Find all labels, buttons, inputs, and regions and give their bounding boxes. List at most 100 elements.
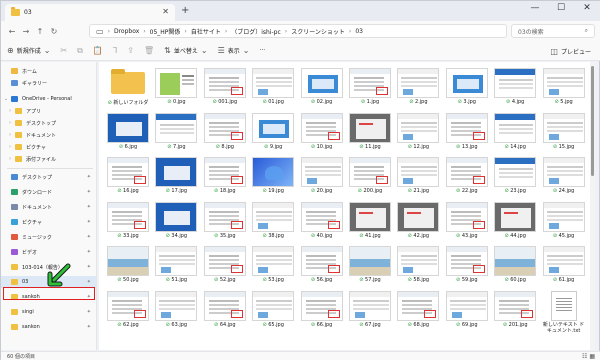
folder-item[interactable]: ⊘ 新しいフォルダ xyxy=(105,66,151,108)
close-tab-icon[interactable]: ✕ xyxy=(162,7,169,16)
file-item[interactable]: ⊘ 1.jpg xyxy=(347,66,393,108)
new-button[interactable]: ⊕ 新規作成 ⌄ xyxy=(7,46,50,55)
rename-icon[interactable]: Ꞁ xyxy=(113,46,117,55)
search-input[interactable]: 03の検索 ⌕ xyxy=(511,24,595,38)
maximize-button[interactable]: ☐ xyxy=(549,3,573,13)
file-item[interactable]: ⊘ 24.jpg xyxy=(541,155,587,197)
file-item[interactable]: ⊘ 4.jpg xyxy=(492,66,538,108)
file-item[interactable]: ⊘ 56.jpg xyxy=(299,244,345,286)
sidebar-item-pinned-10[interactable]: sankon ✦ xyxy=(1,321,96,333)
file-item[interactable]: ⊘ 60.jpg xyxy=(492,244,538,286)
file-item[interactable]: ⊘ 52.jpg xyxy=(202,244,248,286)
chevron-icon[interactable]: ⌄ xyxy=(1,96,11,102)
sort-button[interactable]: ⇅ 並べ替え ⌄ xyxy=(164,46,207,55)
chevron-icon[interactable]: › xyxy=(5,156,15,162)
breadcrumb-dropbox[interactable]: Dropbox xyxy=(114,28,139,35)
file-item[interactable]: ⊘ 22.jpg xyxy=(444,155,490,197)
file-item[interactable]: ⊘ 11.jpg xyxy=(347,111,393,153)
file-item[interactable]: ⊘ 61.jpg xyxy=(541,244,587,286)
file-item[interactable]: ⊘ 2.jpg xyxy=(395,66,441,108)
breadcrumb-03[interactable]: 03 xyxy=(355,28,363,35)
file-item[interactable]: ⊘ 13.jpg xyxy=(444,111,490,153)
chevron-icon[interactable]: › xyxy=(5,120,15,126)
sidebar-item-onedrive[interactable]: ⌄ OneDrive - Personal xyxy=(1,93,96,105)
file-item[interactable]: ⊘ 62.jpg xyxy=(105,289,151,331)
pin-icon[interactable]: ✦ xyxy=(87,264,91,270)
close-window-button[interactable]: ✕ xyxy=(575,3,599,13)
sidebar-item-quick-0[interactable]: ホーム xyxy=(1,65,96,77)
view-toggle-icon[interactable]: ☷ ▦ xyxy=(582,353,595,360)
file-item[interactable]: ⊘ 41.jpg xyxy=(347,200,393,242)
file-item[interactable]: ⊘ 65.jpg xyxy=(250,289,296,331)
file-item[interactable]: ⊘ 201.jpg xyxy=(492,289,538,331)
file-item[interactable]: ⊘ 50.jpg xyxy=(105,244,151,286)
sidebar-item-pinned-3[interactable]: ピクチャ ✦ xyxy=(1,216,96,228)
sidebar-item-pinned-9[interactable]: singi ✦ xyxy=(1,306,96,318)
file-item[interactable]: ⊘ 001.jpg xyxy=(202,66,248,108)
file-item[interactable]: ⊘ 42.jpg xyxy=(395,200,441,242)
file-item[interactable]: ⊘ 7.jpg xyxy=(153,111,199,153)
sidebar-item-onedrive-child-3[interactable]: › ピクチャ xyxy=(1,141,96,153)
file-item[interactable]: ⊘ 3.jpg xyxy=(444,66,490,108)
file-item[interactable]: ⊘ 63.jpg xyxy=(153,289,199,331)
share-icon[interactable]: ⇪ xyxy=(127,46,134,55)
up-arrow-icon[interactable]: ↑ xyxy=(33,27,47,36)
file-item[interactable]: ⊘ 51.jpg xyxy=(153,244,199,286)
preview-button[interactable]: ◫ プレビュー xyxy=(550,47,591,56)
cut-icon[interactable]: ✂ xyxy=(60,46,67,55)
sidebar-item-pinned-5[interactable]: ビデオ ✦ xyxy=(1,246,96,258)
file-item[interactable]: ⊘ 200.jpg xyxy=(347,155,393,197)
file-item[interactable]: ⊘ 10.jpg xyxy=(299,111,345,153)
scrollbar[interactable] xyxy=(590,62,595,350)
file-item[interactable]: ⊘ 67.jpg xyxy=(347,289,393,331)
pin-icon[interactable]: ✦ xyxy=(87,279,91,285)
pin-icon[interactable]: ✦ xyxy=(87,249,91,255)
file-item[interactable]: ⊘ 34.jpg xyxy=(153,200,199,242)
file-item[interactable]: ⊘ 6.jpg xyxy=(105,111,151,153)
file-item[interactable]: ⊘ 38.jpg xyxy=(250,200,296,242)
file-item[interactable]: ⊘ 69.jpg xyxy=(444,289,490,331)
delete-icon[interactable]: 🗑 xyxy=(144,46,154,55)
pin-icon[interactable]: ✦ xyxy=(87,219,91,225)
file-item[interactable]: ⊘ 17.jpg xyxy=(153,155,199,197)
sidebar-item-onedrive-child-0[interactable]: › アプリ xyxy=(1,105,96,117)
sidebar-item-pinned-1[interactable]: ダウンロード ✦ xyxy=(1,186,96,198)
file-item[interactable]: ⊘ 9.jpg xyxy=(250,111,296,153)
file-item[interactable]: ⊘ 15.jpg xyxy=(541,111,587,153)
scrollbar-thumb[interactable] xyxy=(591,66,594,176)
file-item[interactable]: ⊘ 5.jpg xyxy=(541,66,587,108)
pin-icon[interactable]: ✦ xyxy=(87,189,91,195)
sidebar-item-pinned-0[interactable]: デスクトップ ✦ xyxy=(1,171,96,183)
file-item[interactable]: ⊘ 21.jpg xyxy=(395,155,441,197)
file-item[interactable]: ⊘ 45.jpg xyxy=(541,200,587,242)
back-arrow-icon[interactable]: ← xyxy=(5,27,19,36)
tab-03[interactable]: 03 ✕ xyxy=(5,4,175,21)
file-item[interactable]: ⊘ 40.jpg xyxy=(299,200,345,242)
breadcrumb-hp[interactable]: 05_HP関係 xyxy=(150,27,181,36)
breadcrumb-site[interactable]: 自社サイト xyxy=(191,27,221,36)
copy-icon[interactable]: ⧉ xyxy=(77,46,83,56)
file-item[interactable]: ⊘ 57.jpg xyxy=(347,244,393,286)
file-item[interactable]: ⊘ 16.jpg xyxy=(105,155,151,197)
pin-icon[interactable]: ✦ xyxy=(87,309,91,315)
sidebar-item-onedrive-child-4[interactable]: › 添付ファイル xyxy=(1,153,96,165)
minimize-button[interactable]: — xyxy=(523,3,547,13)
file-item[interactable]: ⊘ 23.jpg xyxy=(492,155,538,197)
file-item[interactable]: ⊘ 44.jpg xyxy=(492,200,538,242)
file-item[interactable]: ⊘ 35.jpg xyxy=(202,200,248,242)
file-item[interactable]: ⊘ 66.jpg xyxy=(299,289,345,331)
refresh-icon[interactable]: ↻ xyxy=(47,27,61,36)
file-item[interactable]: 新しいテキスト ドキュメント.txt xyxy=(541,289,587,334)
file-item[interactable]: ⊘ 33.jpg xyxy=(105,200,151,242)
file-item[interactable]: ⊘ 0.jpg xyxy=(153,66,199,108)
breadcrumb-screenshot[interactable]: スクリーンショット xyxy=(291,27,345,36)
file-item[interactable]: ⊘ 12.jpg xyxy=(395,111,441,153)
breadcrumb-blog[interactable]: （ブログ）ishi-pc xyxy=(231,27,281,36)
pin-icon[interactable]: ✦ xyxy=(87,234,91,240)
chevron-icon[interactable]: › xyxy=(5,132,15,138)
file-item[interactable]: ⊘ 14.jpg xyxy=(492,111,538,153)
file-item[interactable]: ⊘ 43.jpg xyxy=(444,200,490,242)
file-item[interactable]: ⊘ 58.jpg xyxy=(395,244,441,286)
new-tab-button[interactable]: + xyxy=(181,5,189,16)
file-item[interactable]: ⊘ 02.jpg xyxy=(299,66,345,108)
